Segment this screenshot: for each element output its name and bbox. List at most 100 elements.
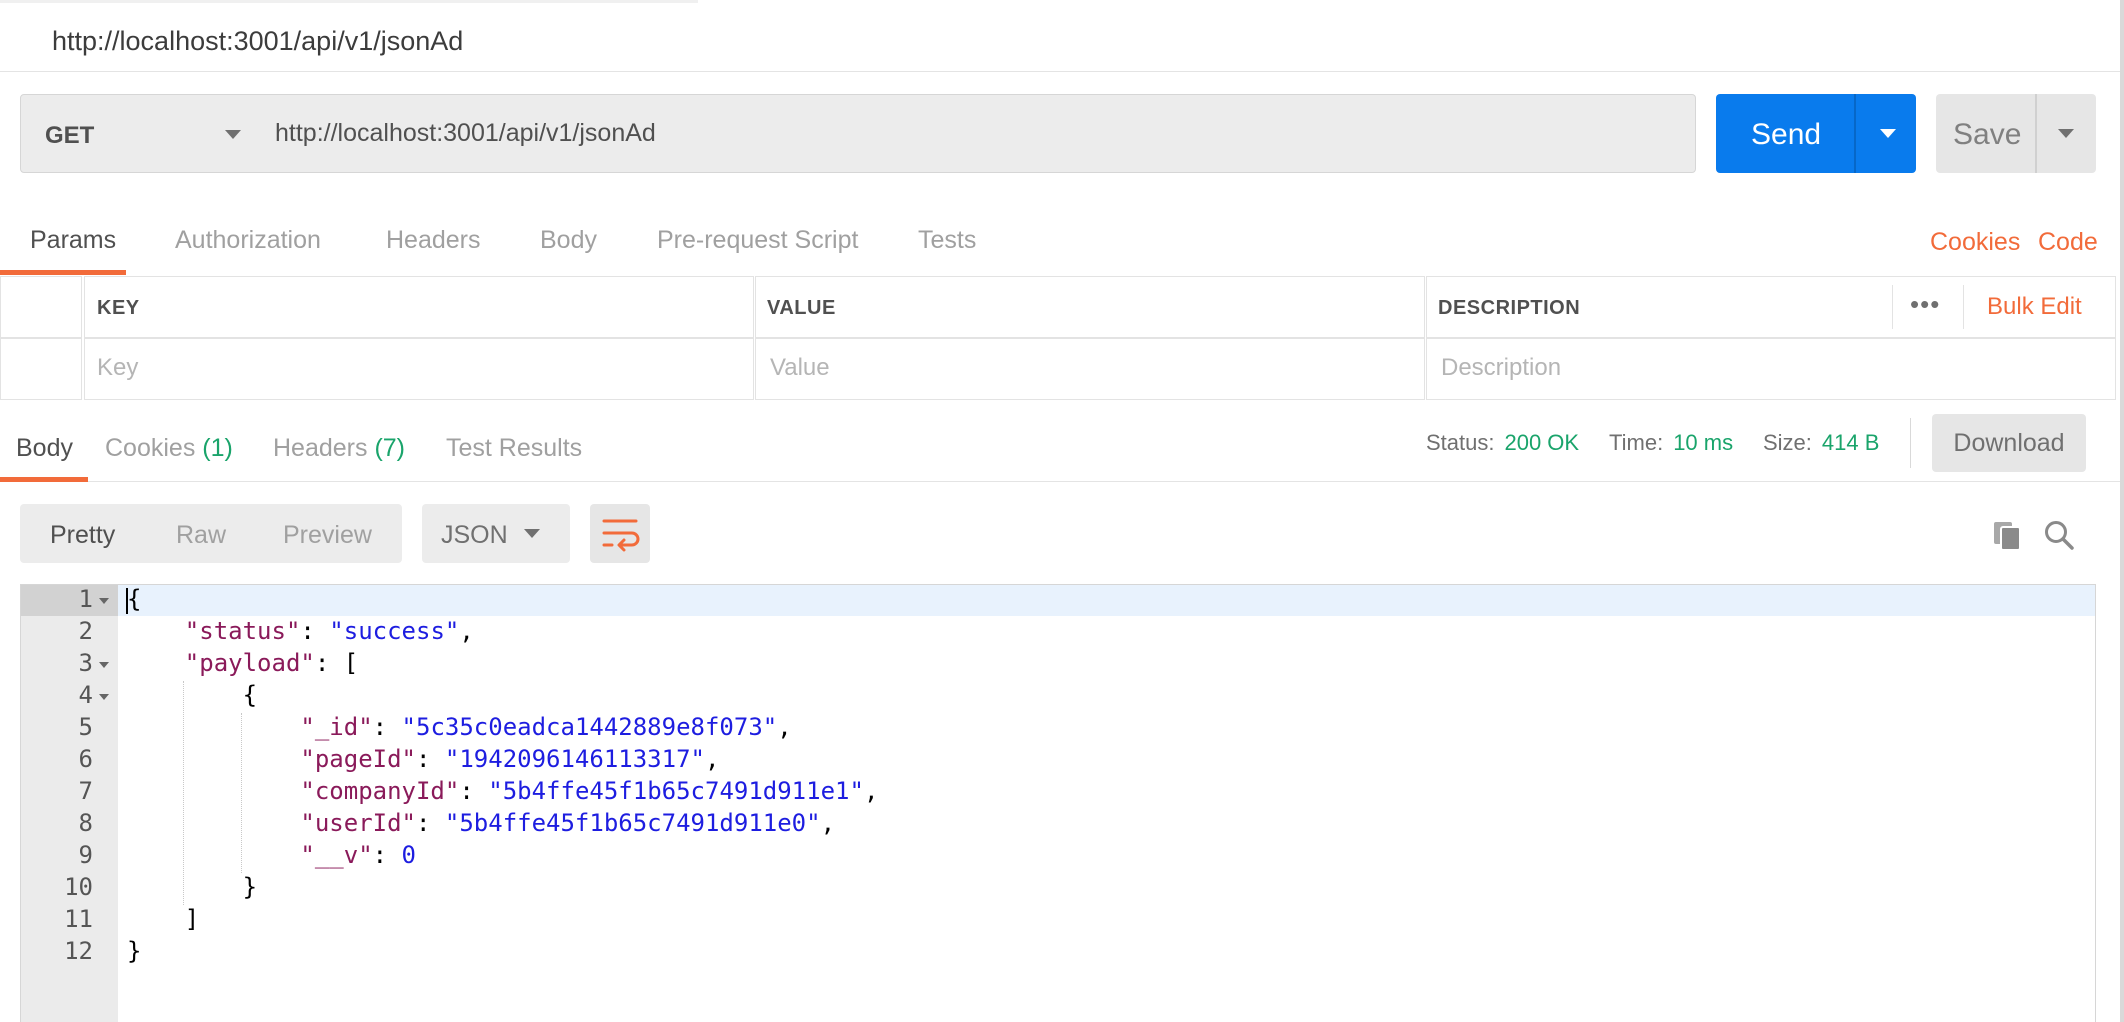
bulk-edit-link[interactable]: Bulk Edit — [1987, 293, 2082, 321]
code-token: ] — [184, 905, 200, 933]
json-key: "companyId" — [300, 777, 460, 805]
send-label: Send — [1751, 118, 1822, 151]
active-line-highlight — [118, 585, 2095, 616]
copy-icon[interactable] — [1990, 518, 2024, 552]
tab-authorization[interactable]: Authorization — [175, 226, 321, 255]
code-line: } — [127, 873, 257, 901]
headers-count: (7) — [374, 434, 406, 462]
response-tab-cookies[interactable]: Cookies (1) — [105, 434, 233, 463]
key-header-label: KEY — [97, 297, 140, 319]
tab-params[interactable]: Params — [30, 226, 116, 255]
response-tab-cookies-label: Cookies — [105, 434, 196, 462]
code-line: "companyId": "5b4ffe45f1b65c7491d911e1", — [300, 777, 879, 805]
view-mode-group: Pretty Raw Preview — [20, 504, 402, 563]
response-tab-headers[interactable]: Headers (7) — [273, 434, 405, 463]
time-value: 10 ms — [1673, 430, 1734, 455]
code-token: { — [242, 681, 258, 709]
description-input[interactable] — [1441, 354, 2101, 382]
row-checkbox[interactable] — [0, 338, 82, 400]
value-header-label: VALUE — [767, 297, 836, 319]
download-button[interactable]: Download — [1932, 414, 2086, 472]
response-tab-body[interactable]: Body — [16, 434, 73, 463]
size-label: Size: — [1763, 430, 1812, 455]
key-input[interactable] — [97, 354, 737, 382]
row-checkbox-header — [0, 276, 82, 338]
fold-arrow-icon[interactable] — [99, 662, 109, 668]
line-number: 12 — [64, 937, 93, 965]
request-tab-title[interactable]: http://localhost:3001/api/v1/jsonAd — [52, 26, 463, 57]
save-button[interactable]: Save — [1936, 94, 2096, 173]
tab-pre-request-script[interactable]: Pre-request Script — [657, 226, 858, 255]
line-number: 5 — [78, 713, 93, 741]
code-token: { — [127, 585, 142, 613]
code-line: { — [127, 681, 257, 709]
response-body-editor[interactable]: 1 2 3 4 5 6 7 8 9 10 11 12 { "status": "… — [20, 584, 2096, 1022]
view-mode-raw[interactable]: Raw — [176, 521, 226, 550]
code-token: } — [127, 937, 142, 965]
key-column-header: KEY — [84, 276, 754, 338]
code-line: "payload": [ — [184, 649, 359, 677]
json-key: "payload" — [184, 649, 315, 677]
json-key: "__v" — [300, 841, 373, 869]
response-tab-test-results[interactable]: Test Results — [446, 434, 582, 463]
time-label: Time: — [1609, 430, 1664, 455]
json-key: "_id" — [300, 713, 373, 741]
save-label: Save — [1953, 118, 2022, 151]
tab-body[interactable]: Body — [540, 226, 597, 255]
search-icon[interactable] — [2042, 518, 2076, 552]
divider — [1854, 94, 1856, 173]
code-token: } — [242, 873, 258, 901]
send-button[interactable]: Send — [1716, 94, 1916, 173]
active-tab-underline — [0, 270, 126, 275]
description-cell — [1426, 338, 2116, 400]
json-value: "5c35c0eadca1442889e8f073" — [401, 713, 778, 741]
line-number: 8 — [78, 809, 93, 837]
view-mode-pretty[interactable]: Pretty — [50, 521, 115, 550]
chevron-down-icon — [225, 130, 241, 139]
fold-arrow-icon[interactable] — [99, 694, 109, 700]
wrap-lines-icon — [602, 519, 640, 552]
method-label: GET — [45, 122, 95, 149]
line-number: 11 — [64, 905, 93, 933]
line-number: 1 — [78, 585, 93, 613]
format-label: JSON — [441, 521, 508, 549]
code-link[interactable]: Code — [2038, 228, 2098, 257]
divider — [1910, 418, 1911, 468]
wrap-lines-button[interactable] — [590, 504, 650, 563]
tab-tests[interactable]: Tests — [918, 226, 976, 255]
save-options-chevron-icon[interactable] — [2058, 129, 2074, 138]
line-number: 6 — [78, 745, 93, 773]
status-value: 200 OK — [1504, 430, 1580, 455]
view-mode-preview[interactable]: Preview — [283, 521, 372, 550]
format-select[interactable]: JSON — [422, 504, 570, 563]
code-line: "_id": "5c35c0eadca1442889e8f073", — [300, 713, 792, 741]
json-value: "success" — [329, 617, 460, 645]
code-line: ] — [127, 905, 199, 933]
active-tab-underline — [0, 477, 88, 482]
size-value: 414 B — [1821, 430, 1880, 455]
line-number: 4 — [78, 681, 93, 709]
time-readout: Time: 10 ms — [1609, 430, 1733, 456]
tab-headers[interactable]: Headers — [386, 226, 481, 255]
status-label: Status: — [1426, 430, 1495, 455]
description-header-label: DESCRIPTION — [1438, 297, 1581, 319]
divider — [1892, 285, 1893, 329]
chevron-down-icon — [524, 529, 540, 538]
value-input[interactable] — [770, 354, 1410, 382]
json-key: "status" — [184, 617, 301, 645]
url-input[interactable] — [253, 94, 1696, 173]
value-column-header: VALUE — [755, 276, 1425, 338]
active-tab-indicator — [0, 0, 698, 3]
response-tab-headers-label: Headers — [273, 434, 368, 462]
divider — [2035, 94, 2037, 173]
json-key: "pageId" — [300, 745, 416, 773]
more-options-icon[interactable]: ••• — [1910, 289, 1940, 320]
line-number: 10 — [64, 873, 93, 901]
method-select[interactable]: GET — [20, 94, 254, 173]
code-line: "pageId": "1942096146113317", — [300, 745, 720, 773]
send-options-chevron-icon[interactable] — [1880, 129, 1896, 138]
cookies-link[interactable]: Cookies — [1930, 228, 2020, 257]
pane-divider[interactable] — [2120, 0, 2124, 1022]
line-number: 9 — [78, 841, 93, 869]
fold-arrow-icon[interactable] — [99, 598, 109, 604]
